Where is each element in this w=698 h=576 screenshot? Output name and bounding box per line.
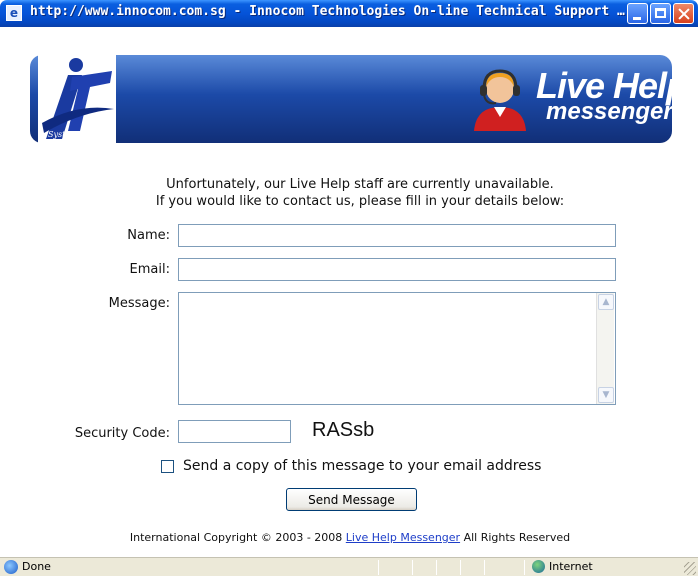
status-divider [524,560,525,575]
security-code-field[interactable] [178,420,291,443]
status-divider [484,560,485,575]
resize-grip[interactable] [684,562,696,575]
status-text: Done [22,560,51,573]
browser-window: e http://www.innocom.com.sg - Innocom Te… [0,0,698,576]
notice-line-1: Unfortunately, our Live Help staff are c… [166,177,554,192]
captcha-image: RASsb [312,419,375,441]
svg-text:System: System [48,130,78,139]
brand-subtitle: messenger [546,98,673,125]
security-code-label: Security Code: [74,426,170,441]
message-scrollbar[interactable]: ▲ ▼ [596,293,614,404]
scroll-down-icon[interactable]: ▼ [598,387,614,403]
minimize-button[interactable] [627,3,648,24]
status-divider [460,560,461,575]
send-copy-label[interactable]: Send a copy of this message to your emai… [183,458,541,474]
message-textarea[interactable] [178,292,616,405]
internet-globe-icon [532,560,545,573]
status-divider [378,560,379,575]
name-field[interactable] [178,224,616,247]
title-bar[interactable]: e http://www.innocom.com.sg - Innocom Te… [0,0,698,27]
notice-line-2: If you would like to contact us, please … [155,194,565,209]
maximize-button[interactable] [650,3,671,24]
status-divider [436,560,437,575]
close-button[interactable] [673,3,694,24]
status-divider [412,560,413,575]
copyright-footer: International Copyright © 2003 - 2008 Li… [90,531,610,544]
copyright-prefix: International Copyright © 2003 - 2008 [129,531,343,544]
ie-page-icon: e [6,5,22,21]
status-bar: Done Internet [0,557,698,576]
send-copy-checkbox[interactable] [161,460,174,473]
support-agent-headset-icon [474,69,526,131]
live-help-messenger-logo: Live Help messenger [468,63,688,135]
unavailable-notice: Unfortunately, our Live Help staff are c… [90,176,630,210]
scroll-up-icon[interactable]: ▲ [598,294,614,310]
ie-page-icon [4,560,18,574]
window-title: http://www.innocom.com.sg - Innocom Tech… [30,4,630,19]
security-zone: Internet [549,560,593,573]
i7-system-logo: System [38,53,116,147]
live-help-messenger-link[interactable]: Live Help Messenger [346,531,460,544]
message-label: Message: [108,296,170,311]
send-message-button[interactable]: Send Message [286,488,417,511]
email-label: Email: [129,262,170,277]
name-label: Name: [127,228,170,243]
email-field[interactable] [178,258,616,281]
header-banner: System Live Help messenger [30,53,688,147]
copyright-suffix: All Rights Reserved [463,531,571,544]
